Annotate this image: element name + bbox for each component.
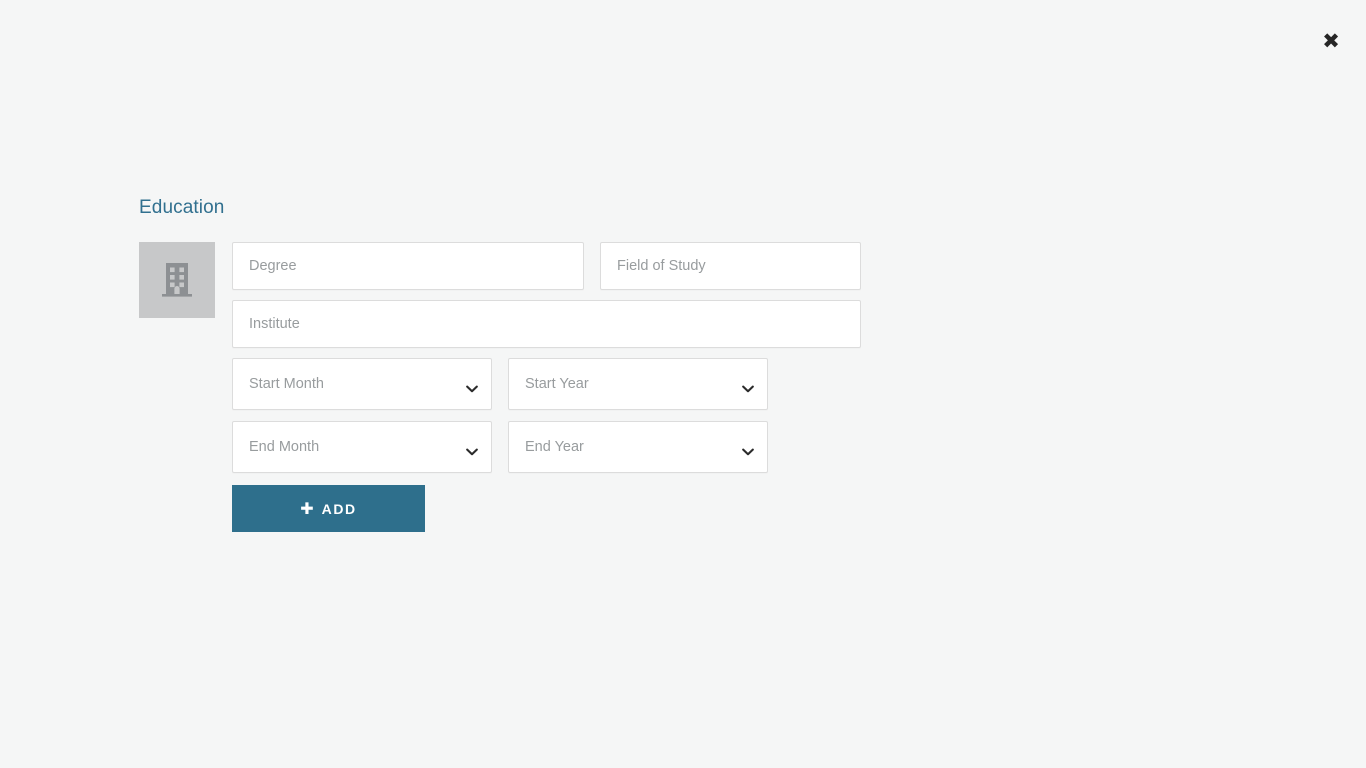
start-year-field: Start Year (508, 358, 768, 410)
row-end-date: End Month End Year (232, 421, 899, 473)
close-icon: ✖ (1322, 31, 1340, 52)
institute-input[interactable] (232, 300, 861, 348)
page-title: Education (139, 196, 899, 220)
fields-column: Start Month Start Year (232, 242, 899, 532)
add-button[interactable]: ✚ ADD (232, 485, 425, 532)
building-icon (160, 261, 194, 299)
start-year-select[interactable]: Start Year (508, 358, 768, 410)
plus-icon: ✚ (300, 501, 313, 517)
end-month-select[interactable]: End Month (232, 421, 492, 473)
end-year-field: End Year (508, 421, 768, 473)
degree-input[interactable] (232, 242, 584, 290)
education-panel: Education (139, 196, 899, 532)
start-month-select[interactable]: Start Month (232, 358, 492, 410)
add-button-label: ADD (322, 501, 357, 517)
field-of-study-field (600, 242, 861, 290)
row-start-date: Start Month Start Year (232, 358, 899, 410)
row-degree (232, 242, 899, 290)
institute-field (232, 300, 861, 348)
start-month-field: Start Month (232, 358, 492, 410)
close-button[interactable]: ✖ (1316, 26, 1346, 56)
degree-field (232, 242, 584, 290)
field-of-study-input[interactable] (600, 242, 861, 290)
institute-logo-upload[interactable] (139, 242, 215, 318)
row-institute (232, 300, 899, 348)
end-year-select[interactable]: End Year (508, 421, 768, 473)
education-form: Start Month Start Year (139, 242, 899, 532)
end-month-field: End Month (232, 421, 492, 473)
